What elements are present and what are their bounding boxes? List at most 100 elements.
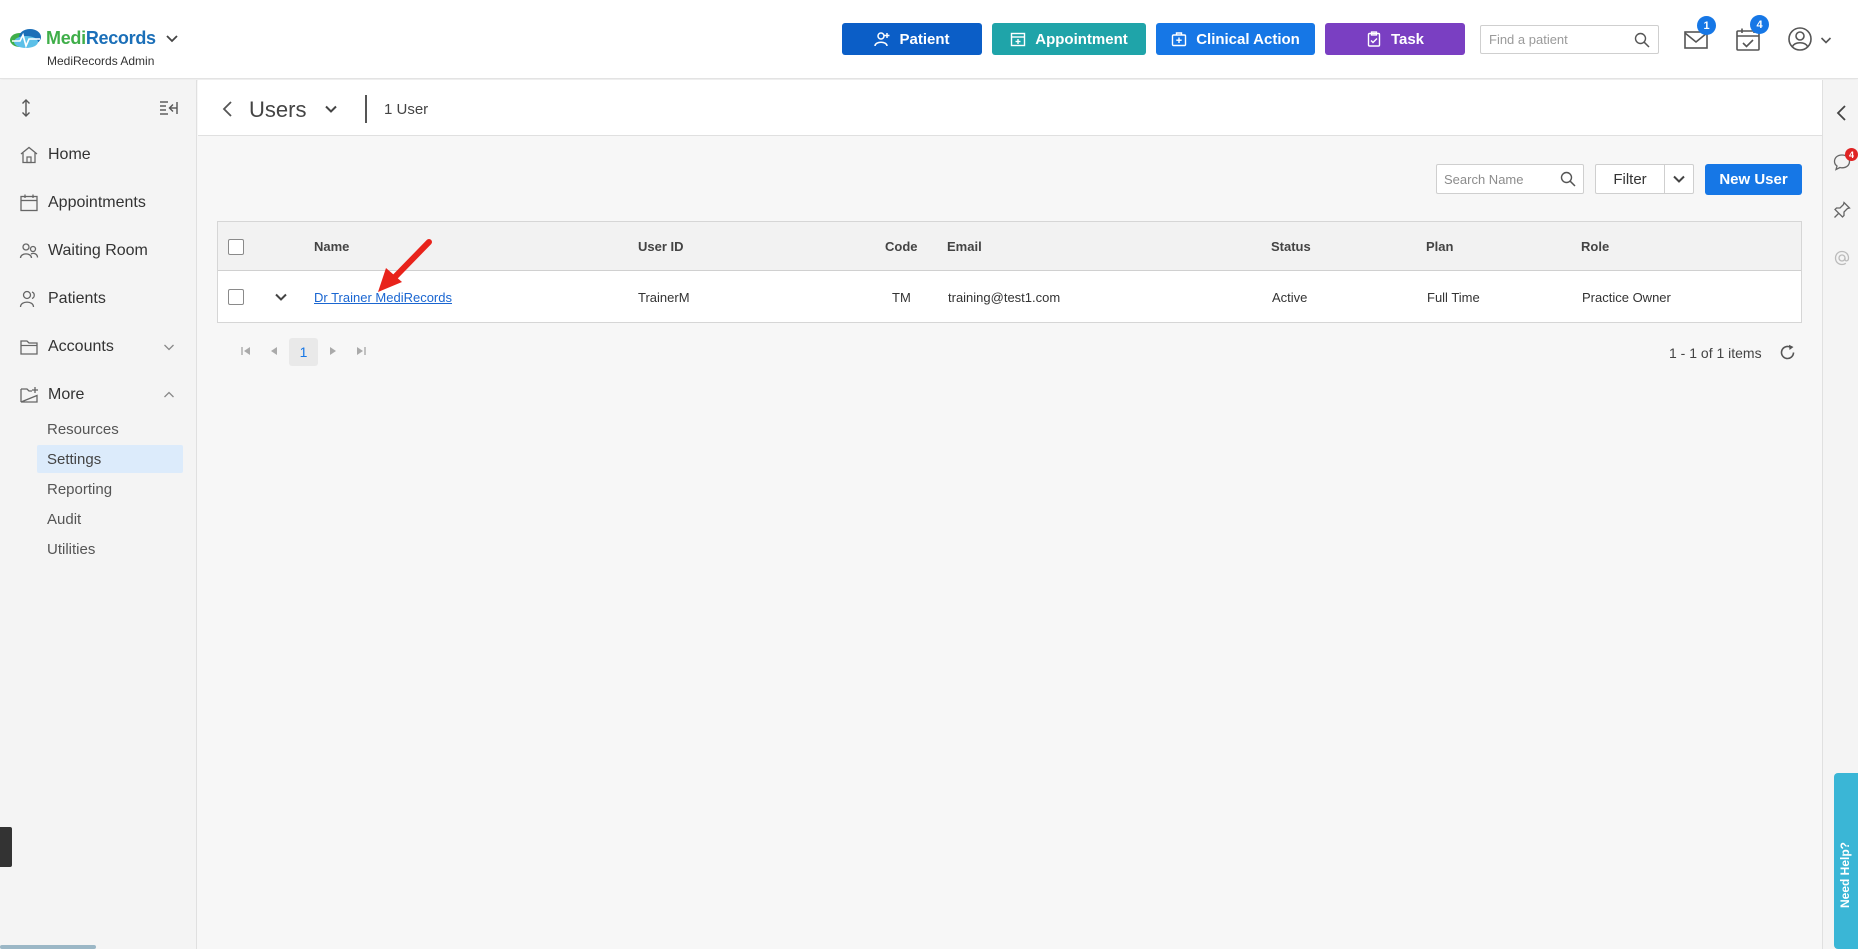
- new-task-button[interactable]: Task: [1325, 23, 1465, 55]
- column-header-name[interactable]: Name: [314, 239, 349, 254]
- sidebar-subitem-audit[interactable]: Audit: [37, 505, 183, 533]
- search-icon[interactable]: [1560, 171, 1576, 187]
- at-mention-icon[interactable]: [1833, 249, 1851, 267]
- brand-name-records: Records: [86, 28, 156, 48]
- filter-button[interactable]: Filter: [1595, 164, 1665, 194]
- need-help-label: Need Help?: [1838, 842, 1852, 908]
- sidebar-subitem-utilities[interactable]: Utilities: [37, 535, 183, 563]
- collapse-sidebar-icon[interactable]: [158, 98, 178, 118]
- calendar-icon: [19, 193, 39, 213]
- first-page-icon[interactable]: [240, 345, 252, 357]
- chevron-up-icon: [162, 388, 176, 402]
- search-name-box: [1436, 164, 1584, 194]
- task-button-label: Task: [1391, 31, 1424, 48]
- page-title: Users: [249, 97, 306, 123]
- calendar-badge: 4: [1750, 15, 1769, 34]
- code-cell: TM: [892, 290, 911, 305]
- horizontal-scrollbar[interactable]: [0, 945, 96, 949]
- top-header: MediRecords MediRecords Admin Patient Ap…: [0, 0, 1858, 79]
- search-icon[interactable]: [1634, 32, 1650, 48]
- chevron-down-icon[interactable]: [165, 31, 179, 45]
- column-header-code[interactable]: Code: [885, 239, 918, 254]
- table-header: Name User ID Code Email Status Plan Role: [218, 222, 1801, 271]
- users-table: Name User ID Code Email Status Plan Role…: [217, 221, 1802, 323]
- row-checkbox[interactable]: [228, 289, 244, 305]
- sidebar-item-home[interactable]: Home: [0, 135, 197, 175]
- sidebar-item-label: Waiting Room: [48, 242, 148, 260]
- sidebar-item-patients[interactable]: Patients: [0, 279, 197, 319]
- plan-cell: Full Time: [1427, 290, 1480, 305]
- patient-button-label: Patient: [899, 31, 949, 48]
- new-appointment-button[interactable]: Appointment: [992, 23, 1146, 55]
- page-header: Users 1 User: [198, 80, 1822, 136]
- user-id-cell: TrainerM: [638, 290, 690, 305]
- sidebar-item-label: More: [48, 386, 84, 404]
- sidebar-item-label: Appointments: [48, 194, 146, 212]
- find-patient-search: [1480, 25, 1659, 54]
- annotation-arrow-icon: [376, 236, 440, 294]
- appointment-button-label: Appointment: [1035, 31, 1127, 48]
- user-menu[interactable]: [1787, 26, 1837, 54]
- people-icon: [19, 241, 39, 261]
- new-patient-button[interactable]: Patient: [842, 23, 982, 55]
- brand-name-medi: Medi: [46, 28, 86, 48]
- sidebar-item-label: Home: [48, 146, 91, 164]
- pin-icon[interactable]: [1833, 201, 1851, 219]
- clinical-action-button[interactable]: Clinical Action: [1156, 23, 1315, 55]
- left-edge-widget[interactable]: [0, 827, 12, 867]
- sidebar-item-more[interactable]: More: [0, 375, 197, 415]
- last-page-icon[interactable]: [355, 345, 367, 357]
- user-count: 1 User: [384, 101, 428, 118]
- sidebar-item-appointments[interactable]: Appointments: [0, 183, 197, 223]
- previous-page-icon[interactable]: [268, 345, 280, 357]
- search-name-input[interactable]: [1437, 165, 1555, 193]
- sidebar: Home Appointments Waiting Room Patients …: [0, 80, 197, 949]
- column-header-status[interactable]: Status: [1271, 239, 1311, 254]
- calendar-plus-icon: [1010, 31, 1026, 47]
- brand-switcher[interactable]: MediRecords: [8, 26, 179, 50]
- chevron-down-icon: [1672, 172, 1686, 186]
- column-header-email[interactable]: Email: [947, 239, 982, 254]
- status-cell: Active: [1272, 290, 1307, 305]
- find-patient-input[interactable]: [1481, 26, 1631, 53]
- chevron-down-icon: [162, 340, 176, 354]
- chevron-down-icon[interactable]: [324, 102, 338, 116]
- chevron-down-icon[interactable]: [274, 290, 288, 304]
- role-cell: Practice Owner: [1582, 290, 1671, 305]
- column-header-plan[interactable]: Plan: [1426, 239, 1453, 254]
- pager-info: 1 - 1 of 1 items: [1669, 345, 1762, 361]
- column-header-role[interactable]: Role: [1581, 239, 1609, 254]
- home-icon: [19, 145, 39, 165]
- current-page-button[interactable]: 1: [289, 338, 318, 366]
- expand-vertical-icon[interactable]: [16, 98, 36, 118]
- table-row[interactable]: Dr Trainer MediRecords TrainerM TM train…: [218, 272, 1801, 322]
- chevron-down-icon: [1820, 34, 1832, 46]
- header-divider: [365, 95, 367, 123]
- new-user-button[interactable]: New User: [1705, 164, 1802, 195]
- clipboard-icon: [1366, 31, 1382, 47]
- select-all-checkbox[interactable]: [228, 239, 244, 255]
- chevron-left-icon[interactable]: [1833, 104, 1851, 122]
- back-arrow-icon[interactable]: [220, 100, 236, 118]
- column-header-user-id[interactable]: User ID: [638, 239, 684, 254]
- sidebar-subitem-resources[interactable]: Resources: [37, 415, 183, 443]
- folder-icon: [19, 337, 39, 357]
- sidebar-item-accounts[interactable]: Accounts: [0, 327, 197, 367]
- refresh-icon[interactable]: [1779, 344, 1796, 361]
- clinical-action-button-label: Clinical Action: [1196, 31, 1300, 48]
- medical-kit-icon: [1171, 31, 1187, 47]
- sidebar-item-waiting-room[interactable]: Waiting Room: [0, 231, 197, 271]
- sidebar-subitem-reporting[interactable]: Reporting: [37, 475, 183, 503]
- mail-badge: 1: [1697, 16, 1716, 35]
- brand-name: MediRecords: [46, 28, 156, 49]
- next-page-icon[interactable]: [327, 345, 339, 357]
- add-user-icon: [874, 31, 890, 47]
- chat-badge: 4: [1845, 148, 1858, 161]
- email-cell: training@test1.com: [948, 290, 1060, 305]
- medirecords-logo-icon: [8, 26, 44, 50]
- filter-dropdown-button[interactable]: [1664, 164, 1694, 194]
- sidebar-subitem-settings[interactable]: Settings: [37, 445, 183, 473]
- user-avatar-icon: [1787, 26, 1813, 52]
- sidebar-item-label: Accounts: [48, 338, 114, 356]
- need-help-tab[interactable]: Need Help?: [1834, 773, 1858, 949]
